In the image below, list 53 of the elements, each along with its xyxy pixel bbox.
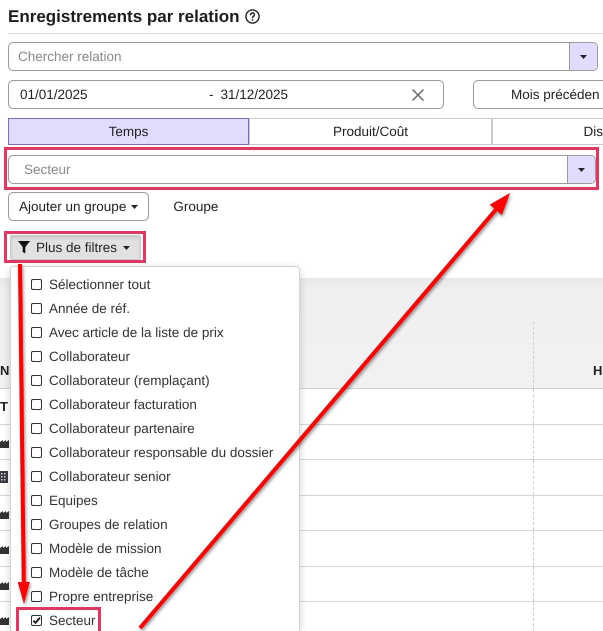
checkbox[interactable] — [31, 471, 42, 482]
checkbox[interactable] — [31, 399, 42, 410]
filter-option[interactable]: Secteur — [16, 607, 101, 631]
group-label: Groupe — [173, 199, 218, 214]
checkbox[interactable] — [31, 375, 42, 386]
checkbox[interactable] — [31, 279, 42, 290]
filter-option[interactable]: Equipes — [16, 487, 103, 511]
checkbox[interactable] — [31, 327, 42, 338]
caret-icon — [580, 54, 587, 58]
caret-icon — [131, 204, 138, 208]
previous-month-button[interactable]: Mois précéden — [473, 80, 603, 109]
table-cell: T — [0, 398, 8, 414]
filter-option[interactable]: Année de réf. — [16, 295, 136, 319]
filter-icon — [18, 241, 30, 254]
checkbox[interactable] — [31, 495, 42, 506]
filter-option[interactable]: Collaborateur facturation — [16, 391, 202, 415]
checkbox[interactable] — [31, 447, 42, 458]
checkbox[interactable] — [31, 423, 42, 434]
filter-option[interactable]: Modèle de tâche — [16, 559, 154, 583]
tab[interactable]: Dis — [492, 118, 603, 145]
filter-option[interactable]: Collaborateur (remplaçant) — [16, 367, 215, 391]
page-title: Enregistrements par relation — [8, 8, 240, 25]
filter-option[interactable]: Modèle de mission — [16, 535, 167, 559]
more-filters-button[interactable]: Plus de filtres — [10, 235, 142, 260]
checkbox[interactable] — [31, 591, 42, 602]
checkbox[interactable] — [31, 351, 42, 362]
filter-option[interactable]: Sélectionner tout — [16, 271, 156, 295]
date-separator: - — [209, 87, 214, 102]
checkbox[interactable] — [31, 519, 42, 530]
checkbox[interactable] — [31, 615, 42, 626]
filter-option[interactable]: Avec article de la liste de prix — [16, 319, 229, 343]
building-icon — [0, 471, 8, 484]
filter-option[interactable]: Groupes de relation — [16, 511, 173, 535]
checkbox[interactable] — [31, 567, 42, 578]
tab[interactable]: Produit/Coût — [249, 118, 492, 145]
tab[interactable]: Temps — [8, 118, 249, 145]
start-date: 01/01/2025 — [20, 87, 88, 102]
help-icon[interactable] — [245, 9, 260, 24]
filter-option[interactable]: Collaborateur senior — [16, 463, 176, 487]
filter-option[interactable]: Collaborateur partenaire — [16, 415, 200, 439]
column-header: N — [0, 363, 10, 378]
checkbox[interactable] — [31, 543, 42, 554]
end-date: 31/12/2025 — [220, 87, 288, 102]
caret-icon — [578, 168, 585, 172]
column-header: H — [593, 363, 602, 378]
filter-option[interactable]: Collaborateur — [16, 343, 136, 367]
clear-icon[interactable] — [412, 88, 424, 100]
add-group-button[interactable]: Ajouter un groupe — [8, 192, 150, 221]
caret-icon — [123, 246, 130, 250]
filter-option[interactable]: Collaborateur responsable du dossier — [16, 439, 278, 463]
filter-option[interactable]: Propre entreprise — [16, 583, 158, 607]
date-range-field[interactable]: 01/01/2025 - 31/12/2025 — [8, 80, 444, 109]
checkbox[interactable] — [31, 303, 42, 314]
